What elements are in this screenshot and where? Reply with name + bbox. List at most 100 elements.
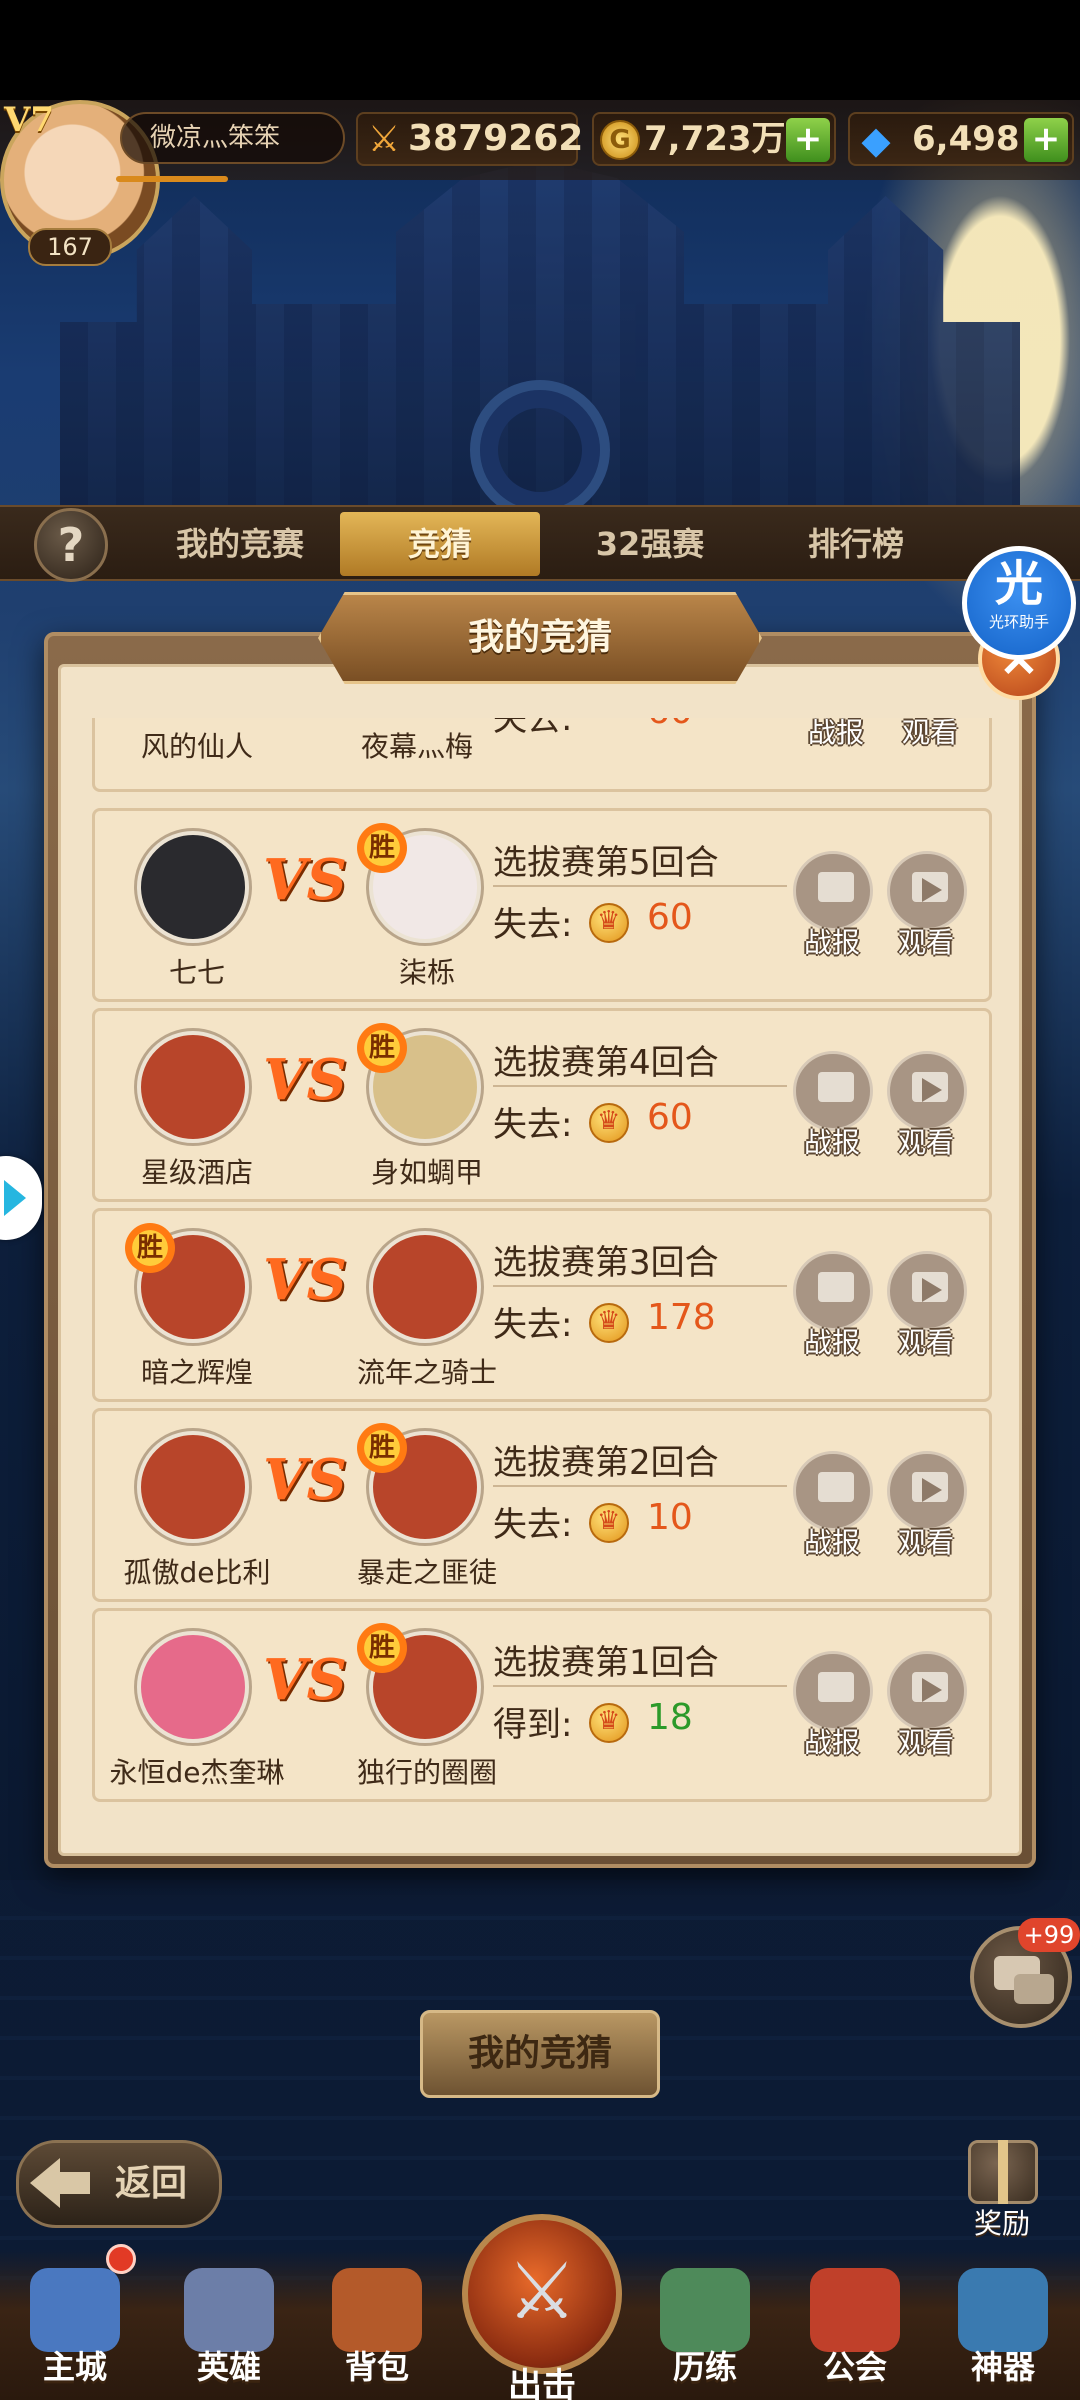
right-player-name: 暴走之匪徒 — [356, 1556, 497, 1589]
nav-label: 历练 — [672, 2348, 737, 2386]
nav-main-city[interactable]: 主城 — [10, 2262, 140, 2400]
left-player-name: 风的仙人 — [140, 730, 253, 763]
list-item: 风的仙人 夜幕灬梅 失去: 60 战报 观看 — [92, 718, 992, 792]
modal-title: 我的竞猜 — [318, 592, 762, 684]
castle-emblem — [470, 380, 610, 520]
game-screen: V7 167 微凉灬笨笨 ⚔ 3879262 G 7,723万 + ◆ 6,49… — [0, 0, 1080, 2400]
reward-button[interactable]: 奖励 — [950, 2140, 1054, 2240]
watch-replay-button[interactable] — [887, 851, 967, 931]
guild-banner-icon — [810, 2268, 900, 2352]
watch-button-label: 观看 — [897, 1326, 954, 1359]
left-player-name: 七七 — [168, 956, 225, 989]
report-button-label: 战报 — [803, 1126, 860, 1159]
divider — [493, 1085, 787, 1087]
nav-artifact[interactable]: 神器 — [938, 2262, 1068, 2400]
divider — [493, 1685, 787, 1687]
assistant-logo-icon: 光 — [994, 556, 1043, 612]
right-player-avatar — [369, 1231, 481, 1343]
round-title: 选拔赛第2回合 — [493, 1443, 719, 1483]
watch-replay-button[interactable] — [887, 1251, 967, 1331]
bet-amount: 178 — [647, 1297, 716, 1338]
vs-icon: VS — [263, 1447, 347, 1513]
battle-report-button[interactable] — [793, 1051, 873, 1131]
add-gold-button[interactable]: + — [786, 118, 830, 162]
diamond-value: 6,498 — [912, 119, 1020, 159]
battle-report-button[interactable] — [793, 1251, 873, 1331]
crystal-orb-icon — [958, 2268, 1048, 2352]
vs-icon: VS — [263, 847, 347, 913]
watch-replay-button[interactable] — [887, 1651, 967, 1731]
match-row-round-5: 七七 VS 胜 柒栎 选拔赛第5回合 失去: 60 战报 观看 — [92, 808, 992, 1002]
crossed-swords-icon: ⚔ — [367, 119, 401, 160]
vs-icon: VS — [263, 1247, 347, 1313]
add-diamond-button[interactable]: + — [1024, 118, 1068, 162]
nav-guild[interactable]: 公会 — [790, 2262, 920, 2400]
play-triangle — [922, 1278, 942, 1302]
report-button-label: 战报 — [803, 1326, 860, 1359]
match-row-round-4: 星级酒店 VS 胜 身如蜩甲 选拔赛第4回合 失去: 60 战报 观看 — [92, 1008, 992, 1202]
reward-label: 奖励 — [973, 2207, 1030, 2240]
coin-icon — [589, 1503, 629, 1543]
diamond-display: ◆ 6,498 + — [848, 112, 1074, 166]
left-player-name: 孤傲de比利 — [123, 1556, 271, 1589]
notification-dot — [106, 2244, 136, 2274]
round-title: 选拔赛第1回合 — [493, 1643, 719, 1683]
battle-report-button[interactable] — [793, 1651, 873, 1731]
tab-leaderboard[interactable]: 排行榜 — [766, 512, 946, 576]
watch-button-label: 观看 — [897, 926, 954, 959]
scroll-icon — [818, 872, 854, 902]
battle-report-button[interactable] — [793, 1451, 873, 1531]
divider — [493, 1485, 787, 1487]
crossed-swords-icon: ⚔ — [507, 2247, 577, 2337]
tab-my-contest[interactable]: 我的竞赛 — [150, 512, 330, 576]
bet-delta-label: 失去: — [493, 1305, 573, 1345]
battle-report-button[interactable] — [793, 851, 873, 931]
bet-amount: 18 — [647, 1697, 693, 1738]
bet-delta-label: 失去: — [493, 1505, 573, 1545]
watch-button-label: 观看 — [897, 1526, 954, 1559]
nav-training[interactable]: 历练 — [640, 2262, 770, 2400]
player-name: 微凉灬笨笨 — [120, 112, 345, 164]
watch-replay-button[interactable] — [887, 1051, 967, 1131]
power-display: ⚔ 3879262 — [356, 112, 583, 166]
winner-badge: 胜 — [357, 1423, 407, 1473]
gold-value: 7,723万 — [644, 119, 786, 159]
helmet-icon — [184, 2268, 274, 2352]
match-row-round-1: 永恒de杰奎琳 VS 胜 独行的圈圈 选拔赛第1回合 得到: 18 战报 观看 — [92, 1608, 992, 1802]
nav-attack[interactable]: ⚔ 出击 — [462, 2214, 622, 2400]
chat-bubble-icon-2 — [1014, 1974, 1054, 2004]
gold-coin-icon: G — [600, 120, 640, 160]
watch-button-label: 观看 — [897, 1126, 954, 1159]
nav-backpack[interactable]: 背包 — [312, 2262, 442, 2400]
report-button-label[interactable]: 战报 — [791, 718, 881, 751]
bet-delta-label: 失去: — [493, 718, 573, 739]
coin-icon — [589, 1303, 629, 1343]
diamond-icon: ◆ — [861, 118, 891, 162]
nav-heroes[interactable]: 英雄 — [164, 2262, 294, 2400]
play-triangle — [922, 1078, 942, 1102]
left-player-avatar — [137, 1431, 249, 1543]
back-arrow-icon — [30, 2158, 90, 2208]
coin-icon — [589, 1703, 629, 1743]
watch-button-label[interactable]: 观看 — [885, 718, 975, 751]
castle-icon — [30, 2268, 120, 2352]
tab-betting[interactable]: 竞猜 — [340, 512, 540, 576]
assistant-floating-button[interactable]: 光 光环助手 — [962, 546, 1076, 660]
watch-replay-button[interactable] — [887, 1451, 967, 1531]
round-title: 选拔赛第5回合 — [493, 843, 719, 883]
report-button-label: 战报 — [803, 926, 860, 959]
left-player-name: 永恒de杰奎琳 — [109, 1756, 285, 1789]
bet-amount: 10 — [647, 1497, 693, 1538]
my-bets-button[interactable]: 我的竞猜 — [420, 2010, 660, 2098]
scroll-icon — [818, 1672, 854, 1702]
nav-label: 神器 — [970, 2348, 1035, 2386]
winner-badge: 胜 — [357, 823, 407, 873]
left-player-avatar — [137, 1031, 249, 1143]
nav-label: 背包 — [344, 2348, 409, 2386]
bet-amount: 60 — [647, 897, 693, 938]
help-button[interactable]: ? — [34, 508, 108, 582]
tab-top-32[interactable]: 32强赛 — [560, 512, 740, 576]
bet-history-list[interactable]: 风的仙人 夜幕灬梅 失去: 60 战报 观看 七七 VS 胜 柒栎 选拔赛第5回… — [92, 718, 992, 1810]
right-player-name: 独行的圈圈 — [356, 1756, 497, 1789]
nav-label: 英雄 — [196, 2348, 261, 2386]
